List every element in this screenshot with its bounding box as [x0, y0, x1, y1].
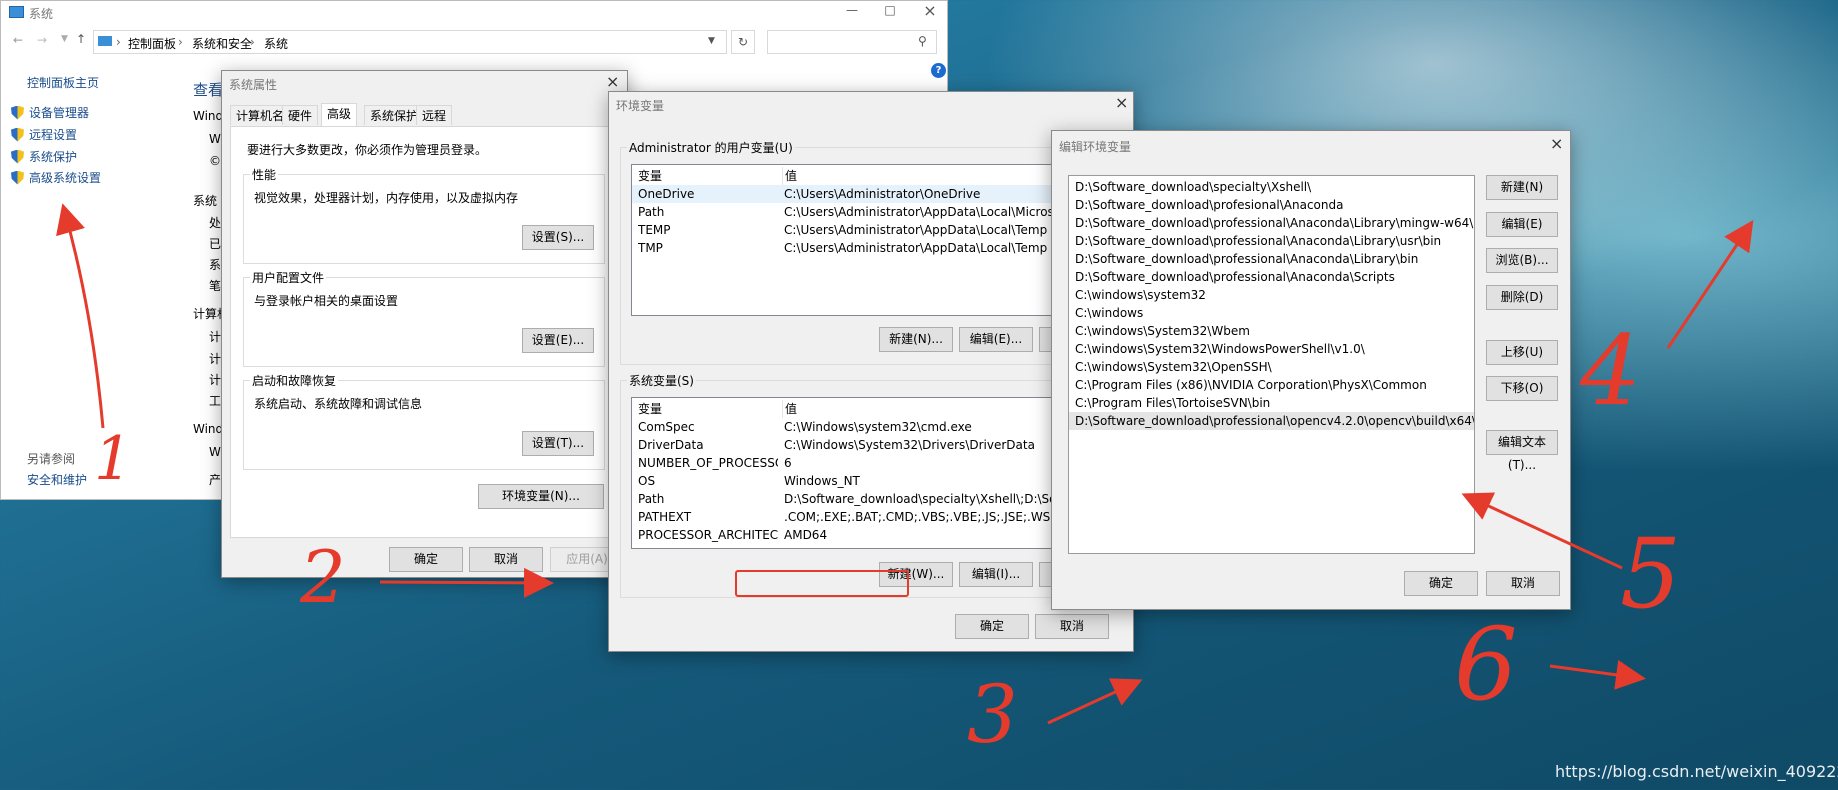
arrow-4: [1666, 220, 1754, 349]
path-highlight-box: [735, 570, 909, 597]
annotation-6: 6: [1454, 606, 1518, 723]
annotation-arrows: [56, 203, 1754, 725]
arrow-6: [1549, 659, 1646, 690]
annotation-4: 4: [1580, 315, 1642, 427]
arrow-3: [1047, 678, 1143, 725]
arrow-1: [56, 203, 105, 429]
arrow-2: [379, 567, 554, 598]
annotation-2: 2: [300, 535, 346, 619]
arrow-5: [1461, 492, 1623, 570]
annotation-5: 5: [1620, 518, 1682, 630]
annotation-3: 3: [967, 668, 1018, 761]
annotation-1: 1: [94, 424, 133, 494]
watermark-text: https://blog.csdn.net/weixin_40922285: [1555, 762, 1838, 781]
